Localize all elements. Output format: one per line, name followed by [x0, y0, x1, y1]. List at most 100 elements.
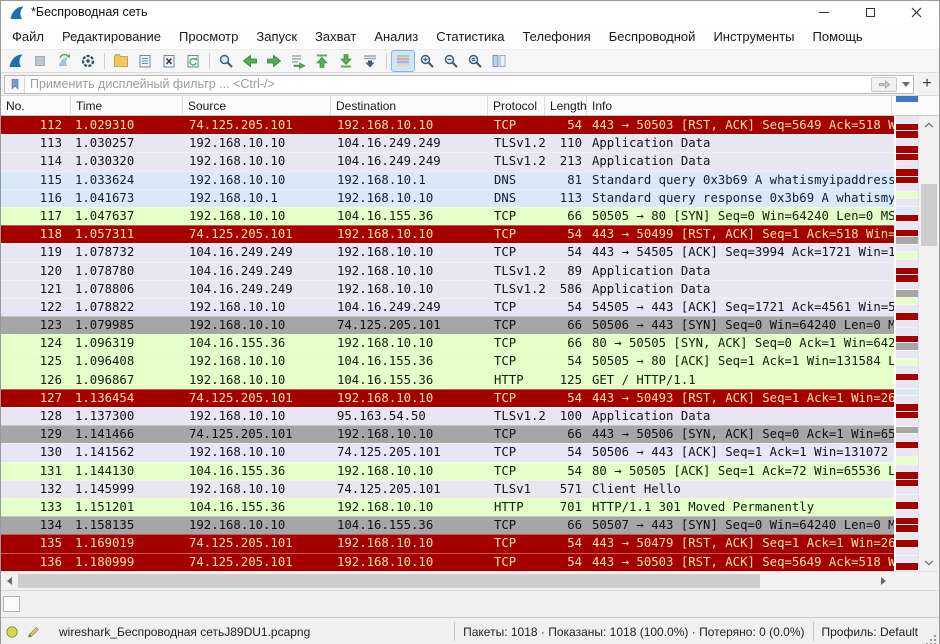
- packet-row[interactable]: 1331.151201104.16.155.36192.168.10.10HTT…: [1, 498, 894, 516]
- zoom-out-icon[interactable]: [440, 51, 462, 71]
- column-header-protocol[interactable]: Protocol: [488, 96, 545, 115]
- packet-row[interactable]: 1181.05731174.125.205.101192.168.10.10TC…: [1, 225, 894, 243]
- packet-row[interactable]: 1131.030257192.168.10.10104.16.249.249TL…: [1, 134, 894, 152]
- column-header-length[interactable]: Length: [545, 96, 587, 115]
- go-last-icon[interactable]: [335, 51, 357, 71]
- auto-scroll-icon[interactable]: [359, 51, 381, 71]
- close-button[interactable]: [893, 1, 939, 23]
- display-filter-input[interactable]: [25, 77, 871, 91]
- packet-row[interactable]: 1151.033624192.168.10.10192.168.10.1DNS8…: [1, 171, 894, 189]
- expert-info-button[interactable]: [1, 625, 23, 639]
- open-file-icon[interactable]: [110, 51, 132, 71]
- apply-filter-button[interactable]: [871, 77, 897, 92]
- reload-file-icon[interactable]: [182, 51, 204, 71]
- minimap-stripe: [896, 215, 918, 223]
- packet-row[interactable]: 1301.141562192.168.10.1074.125.205.101TC…: [1, 443, 894, 461]
- menu-item[interactable]: Помощь: [804, 25, 872, 48]
- menu-item[interactable]: Анализ: [365, 25, 427, 48]
- packet-time: 1.041673: [71, 189, 183, 207]
- scroll-up-button[interactable]: [919, 116, 939, 133]
- column-header-time[interactable]: Time: [71, 96, 183, 115]
- chevron-up-icon: [924, 121, 934, 129]
- vertical-scroll-track[interactable]: [919, 133, 939, 554]
- column-header-destination[interactable]: Destination: [331, 96, 488, 115]
- add-filter-button[interactable]: +: [918, 75, 936, 93]
- column-header-info[interactable]: Info: [587, 96, 892, 115]
- menu-item[interactable]: Инструменты: [704, 25, 803, 48]
- horizontal-scrollbar[interactable]: [1, 571, 939, 590]
- intelligent-scrollbar-minimap[interactable]: [894, 116, 918, 571]
- splitter-handle[interactable]: [3, 596, 20, 612]
- zoom-original-icon[interactable]: [464, 51, 486, 71]
- packet-row[interactable]: 1281.137300192.168.10.1095.163.54.50TLSv…: [1, 407, 894, 425]
- packet-dst: 192.168.10.10: [331, 389, 488, 407]
- packet-row[interactable]: 1161.041673192.168.10.1192.168.10.10DNS1…: [1, 189, 894, 207]
- resize-columns-icon[interactable]: [488, 51, 510, 71]
- go-to-packet-icon[interactable]: [287, 51, 309, 71]
- packet-row[interactable]: 1271.13645474.125.205.101192.168.10.10TC…: [1, 389, 894, 407]
- find-packet-icon[interactable]: [215, 51, 237, 71]
- horizontal-scroll-thumb[interactable]: [18, 574, 760, 588]
- vertical-scrollbar[interactable]: [918, 116, 939, 571]
- save-file-icon[interactable]: [134, 51, 156, 71]
- packet-row[interactable]: 1141.030320192.168.10.10104.16.249.249TL…: [1, 152, 894, 170]
- capture-comment-button[interactable]: [23, 625, 45, 639]
- scroll-right-button[interactable]: [875, 572, 892, 590]
- packet-row[interactable]: 1211.078806104.16.249.249192.168.10.10TL…: [1, 280, 894, 298]
- menu-item[interactable]: Телефония: [513, 25, 599, 48]
- packet-row[interactable]: 1121.02931074.125.205.101192.168.10.10TC…: [1, 116, 894, 134]
- filter-dropdown-button[interactable]: [899, 82, 913, 87]
- filter-bookmark-button[interactable]: [5, 76, 25, 93]
- menu-item[interactable]: Запуск: [247, 25, 306, 48]
- profile-label[interactable]: Профиль: Default: [822, 625, 919, 639]
- packet-row[interactable]: 1231.079985192.168.10.1074.125.205.101TC…: [1, 316, 894, 334]
- column-header-no[interactable]: No.: [1, 96, 71, 115]
- packet-len: 54: [545, 462, 587, 480]
- packet-row[interactable]: 1191.078732104.16.249.249192.168.10.10TC…: [1, 243, 894, 261]
- minimize-button[interactable]: [801, 1, 847, 23]
- menu-item[interactable]: Беспроводной: [600, 25, 705, 48]
- restart-capture-icon[interactable]: [53, 51, 75, 71]
- packet-row[interactable]: 1361.18099974.125.205.101192.168.10.10TC…: [1, 553, 894, 571]
- packet-row[interactable]: 1221.078822192.168.10.10104.16.249.249TC…: [1, 298, 894, 316]
- zoom-in-icon[interactable]: [416, 51, 438, 71]
- scroll-left-button[interactable]: [1, 572, 18, 590]
- packet-row[interactable]: 1351.16901974.125.205.101192.168.10.10TC…: [1, 534, 894, 552]
- capture-file-name[interactable]: wireshark_Беспроводная сетьJ89DU1.pcapng: [59, 625, 310, 639]
- packet-row[interactable]: 1201.078780104.16.249.249192.168.10.10TL…: [1, 262, 894, 280]
- packet-no: 130: [1, 443, 71, 461]
- menu-item[interactable]: Просмотр: [170, 25, 247, 48]
- packet-row[interactable]: 1261.096867192.168.10.10104.16.155.36HTT…: [1, 371, 894, 389]
- packet-row[interactable]: 1311.144130104.16.155.36192.168.10.10TCP…: [1, 462, 894, 480]
- packet-time: 1.096408: [71, 352, 183, 370]
- menu-item[interactable]: Редактирование: [53, 25, 170, 48]
- start-capture-icon[interactable]: [5, 51, 27, 71]
- packet-row[interactable]: 1171.047637192.168.10.10104.16.155.36TCP…: [1, 207, 894, 225]
- colorize-icon[interactable]: [392, 51, 414, 71]
- resize-grip[interactable]: [924, 633, 936, 644]
- packet-row[interactable]: 1321.145999192.168.10.1074.125.205.101TL…: [1, 480, 894, 498]
- horizontal-scroll-track[interactable]: [18, 572, 875, 590]
- menu-item[interactable]: Захват: [306, 25, 365, 48]
- capture-options-icon[interactable]: [77, 51, 99, 71]
- stop-capture-icon[interactable]: [29, 51, 51, 71]
- go-forward-icon[interactable]: [263, 51, 285, 71]
- vertical-scroll-thumb[interactable]: [921, 184, 937, 246]
- packet-row[interactable]: 1291.14146674.125.205.101192.168.10.10TC…: [1, 425, 894, 443]
- menu-item[interactable]: Файл: [3, 25, 53, 48]
- go-back-icon[interactable]: [239, 51, 261, 71]
- packet-row[interactable]: 1241.096319104.16.155.36192.168.10.10TCP…: [1, 334, 894, 352]
- packet-proto: TCP: [488, 298, 545, 316]
- packet-row[interactable]: 1341.158135192.168.10.10104.16.155.36TCP…: [1, 516, 894, 534]
- packet-row[interactable]: 1251.096408192.168.10.10104.16.155.36TCP…: [1, 352, 894, 370]
- packet-info: 50506 → 443 [SYN] Seq=0 Win=64240 Len=0 …: [587, 316, 894, 334]
- scroll-down-button[interactable]: [919, 554, 939, 571]
- maximize-button[interactable]: [847, 1, 893, 23]
- menu-item[interactable]: Статистика: [427, 25, 513, 48]
- column-header-source[interactable]: Source: [183, 96, 331, 115]
- minimap-stripe: [896, 495, 918, 503]
- close-file-icon[interactable]: [158, 51, 180, 71]
- packet-list: 1121.02931074.125.205.101192.168.10.10TC…: [1, 116, 894, 571]
- packet-no: 118: [1, 225, 71, 243]
- go-first-icon[interactable]: [311, 51, 333, 71]
